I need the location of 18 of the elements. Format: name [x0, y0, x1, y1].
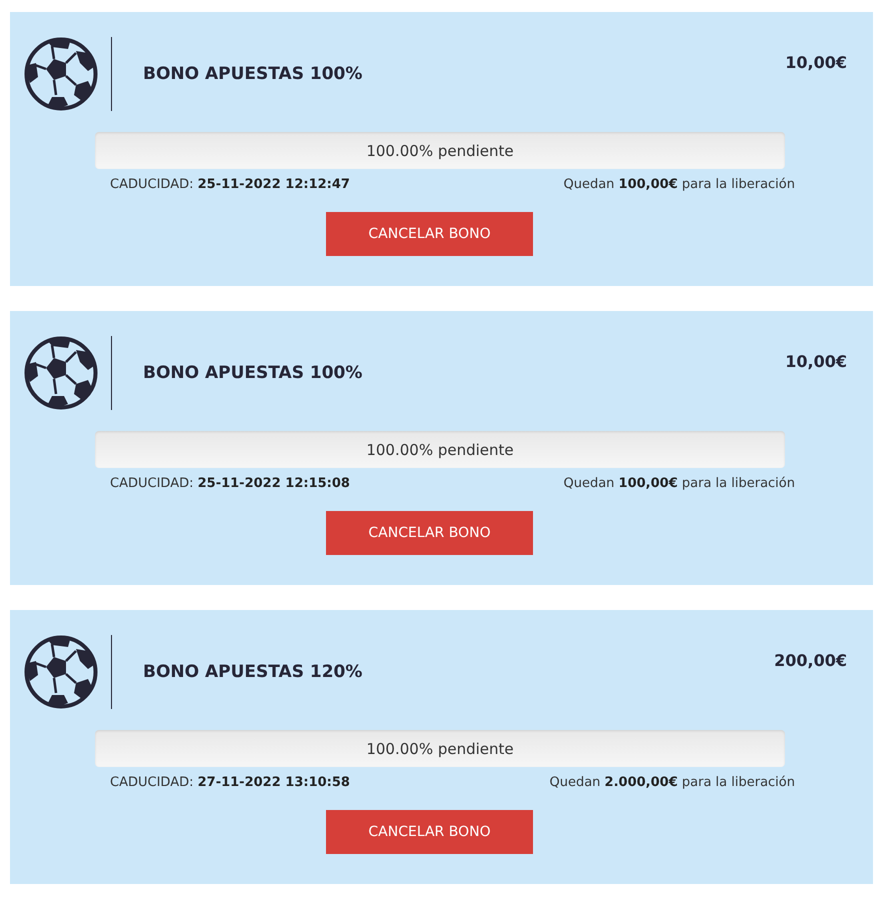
- bonus-title: BONO APUESTAS 100%: [143, 363, 362, 383]
- cancel-bonus-button[interactable]: CANCELAR BONO: [326, 212, 533, 256]
- cancel-bonus-button[interactable]: CANCELAR BONO: [326, 511, 533, 555]
- bonus-amount: 10,00€: [785, 53, 847, 72]
- bonus-amount: 10,00€: [785, 352, 847, 371]
- soccer-ball-icon: [24, 336, 98, 410]
- expiry-text: CADUCIDAD: 25-11-2022 12:12:47: [110, 177, 350, 192]
- cancel-bonus-button[interactable]: CANCELAR BONO: [326, 810, 533, 854]
- remaining-text: Quedan 100,00€ para la liberación: [563, 476, 795, 491]
- bonus-title: BONO APUESTAS 100%: [143, 64, 362, 84]
- soccer-ball-icon: [24, 37, 98, 111]
- expiry-text: CADUCIDAD: 25-11-2022 12:15:08: [110, 476, 350, 491]
- bonus-amount: 200,00€: [774, 651, 847, 670]
- bonus-title: BONO APUESTAS 120%: [143, 662, 362, 682]
- remaining-text: Quedan 2.000,00€ para la liberación: [549, 775, 795, 790]
- expiry-text: CADUCIDAD: 27-11-2022 13:10:58: [110, 775, 350, 790]
- soccer-ball-icon: [24, 635, 98, 709]
- remaining-text: Quedan 100,00€ para la liberación: [563, 177, 795, 192]
